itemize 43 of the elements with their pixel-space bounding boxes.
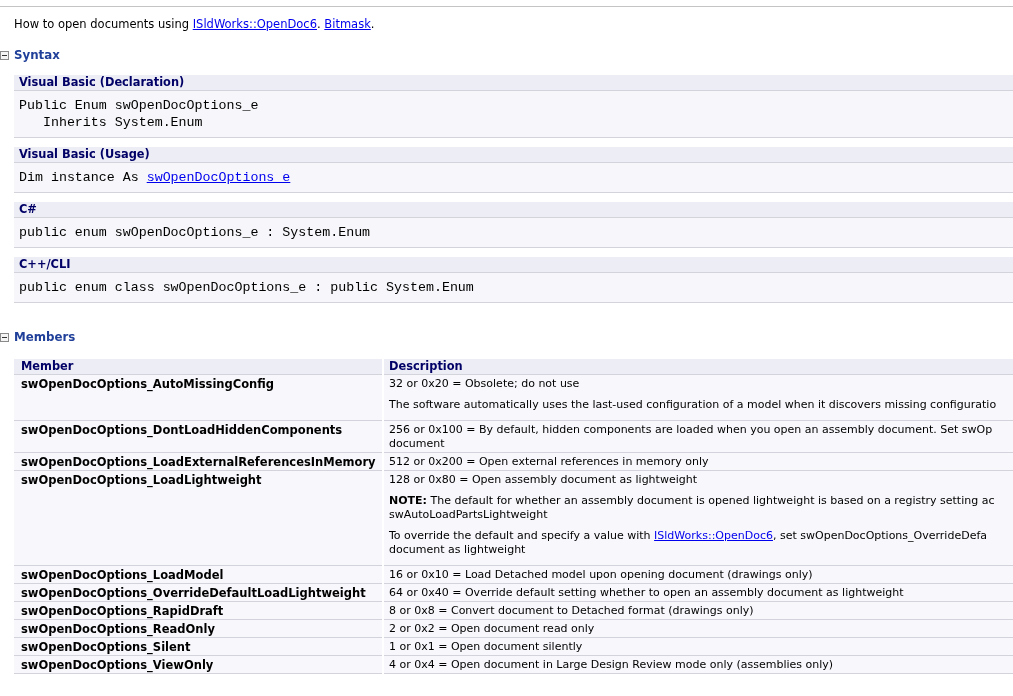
description-text: 4 or 0x4 = Open document in Large Design Review mode only (assemblies only)	[389, 658, 834, 672]
description-text: The software automatically uses the last-used configuration of a model when it discovers missing configuratio	[389, 398, 997, 412]
code-line: Dim instance As swOpenDocOptions_e	[19, 169, 291, 186]
member-name: swOpenDocOptions_LoadModel	[21, 568, 224, 582]
member-name: swOpenDocOptions_ViewOnly	[21, 658, 214, 672]
member-name: swOpenDocOptions_Silent	[21, 640, 191, 654]
member-name: swOpenDocOptions_AutoMissingConfig	[21, 377, 275, 391]
section-heading: Members	[14, 329, 76, 346]
description-text: NOTE: The default for whether an assembly document is opened lightweight is based on a registry setting ac swAutoLoadPartsLightweight	[389, 494, 995, 522]
description-text: To override the default and specify a value with ISldWorks::OpenDoc6, set swOpenDocOptions_OverrideDefa document as lightweight	[389, 529, 987, 557]
section-heading: Syntax	[14, 47, 60, 64]
text-link[interactable]: swOpenDocOptions_e	[146, 170, 291, 185]
member-name: swOpenDocOptions_LoadLightweight	[21, 473, 262, 487]
member-name: swOpenDocOptions_LoadExternalReferencesInMemory	[21, 455, 376, 469]
collapse-icon[interactable]	[0, 50, 9, 60]
code-line: Public Enum swOpenDocOptions_e	[19, 97, 259, 114]
code-line: public enum swOpenDocOptions_e : System.Enum	[19, 224, 371, 241]
description-text: 1 or 0x1 = Open document silently	[389, 640, 583, 654]
column-header: Member	[14, 359, 382, 375]
code-line: public enum class swOpenDocOptions_e : public System.Enum	[19, 279, 474, 296]
member-name: swOpenDocOptions_DontLoadHiddenComponents	[21, 423, 343, 437]
code-block-title: C#	[14, 202, 1013, 218]
text-link[interactable]: ISldWorks::OpenDoc6	[192, 17, 317, 31]
text-link[interactable]: Bitmask	[324, 17, 371, 31]
description-text: 128 or 0x80 = Open assembly document as lightweight	[389, 473, 697, 487]
collapse-icon[interactable]	[0, 332, 9, 342]
intro-text: How to open documents using ISldWorks::OpenDoc6. Bitmask.	[14, 17, 375, 31]
code-block-title: Visual Basic (Declaration)	[14, 75, 1013, 91]
code-block-title: Visual Basic (Usage)	[14, 147, 1013, 163]
description-text: 8 or 0x8 = Convert document to Detached format (drawings only)	[389, 604, 754, 618]
description-text: 64 or 0x40 = Override default setting whether to open an assembly document as lightweight	[389, 586, 904, 600]
description-text: 16 or 0x10 = Load Detached model upon opening document (drawings only)	[389, 568, 813, 582]
description-text: 2 or 0x2 = Open document read only	[389, 622, 595, 636]
code-line: Inherits System.Enum	[41, 114, 203, 131]
description-text: 32 or 0x20 = Obsolete; do not use	[389, 377, 580, 391]
member-name: swOpenDocOptions_ReadOnly	[21, 622, 215, 636]
description-text: 512 or 0x200 = Open external references in memory only	[389, 455, 709, 469]
description-text: 256 or 0x100 = By default, hidden components are loaded when you open an assembly document. Set swOp document	[389, 423, 993, 451]
column-header: Description	[384, 359, 1013, 375]
member-name: swOpenDocOptions_RapidDraft	[21, 604, 224, 618]
member-name: swOpenDocOptions_OverrideDefaultLoadLightweight	[21, 586, 366, 600]
text-link[interactable]: ISldWorks::OpenDoc6	[654, 529, 773, 542]
code-block-title: C++/CLI	[14, 257, 1013, 273]
